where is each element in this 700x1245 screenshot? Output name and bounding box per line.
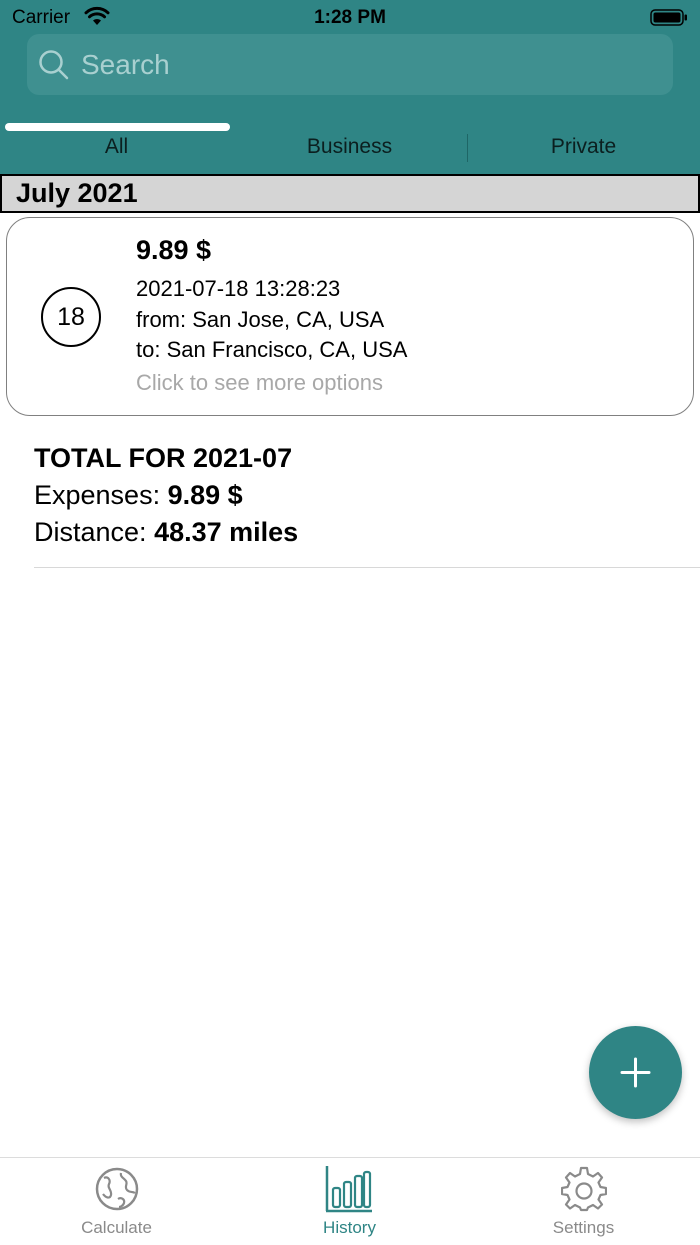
clock: 1:28 PM bbox=[314, 7, 386, 28]
header: Carrier 1:28 PM All Business Private bbox=[0, 0, 700, 174]
tab-calculate-label: Calculate bbox=[81, 1218, 152, 1237]
totals-distance-row: Distance: 48.37 miles bbox=[34, 517, 298, 548]
trip-hint: Click to see more options bbox=[136, 370, 383, 395]
search-bar[interactable] bbox=[27, 34, 673, 95]
segment-all[interactable]: All bbox=[0, 120, 233, 174]
segment-business[interactable]: Business bbox=[233, 120, 466, 174]
add-trip-button[interactable] bbox=[589, 1026, 682, 1119]
plus-icon bbox=[620, 1057, 651, 1088]
month-section-header: July 2021 bbox=[0, 174, 700, 213]
globe-icon bbox=[95, 1167, 139, 1211]
tab-history[interactable]: History bbox=[233, 1158, 466, 1245]
tab-bar: Calculate History Settings bbox=[0, 1157, 700, 1245]
battery-icon bbox=[650, 9, 687, 26]
expenses-value: 9.89 $ bbox=[167, 480, 243, 510]
tab-calculate[interactable]: Calculate bbox=[0, 1158, 233, 1245]
totals-expenses-row: Expenses: 9.89 $ bbox=[34, 480, 243, 511]
totals-divider bbox=[34, 567, 700, 568]
trip-to: to: San Francisco, CA, USA bbox=[136, 337, 408, 362]
bar-chart-icon bbox=[325, 1166, 372, 1213]
trip-from: from: San Jose, CA, USA bbox=[136, 307, 385, 332]
day-number: 18 bbox=[57, 302, 85, 331]
search-input[interactable] bbox=[79, 44, 663, 86]
gear-icon bbox=[561, 1166, 607, 1212]
tab-settings[interactable]: Settings bbox=[467, 1158, 700, 1245]
tab-settings-label: Settings bbox=[552, 1218, 615, 1237]
distance-value: 48.37 miles bbox=[154, 517, 299, 547]
trip-card[interactable]: 18 9.89 $ 2021-07-18 13:28:23 from: San … bbox=[6, 217, 694, 416]
segment-all-label: All bbox=[104, 135, 129, 158]
search-icon bbox=[39, 50, 69, 80]
trip-amount: 9.89 $ bbox=[136, 235, 212, 265]
distance-label: Distance: bbox=[34, 517, 147, 547]
trip-datetime: 2021-07-18 13:28:23 bbox=[136, 276, 341, 301]
segment-business-label: Business bbox=[306, 135, 393, 158]
segment-private[interactable]: Private bbox=[467, 120, 700, 174]
segment-control: All Business Private bbox=[0, 120, 700, 174]
segment-private-label: Private bbox=[550, 135, 617, 158]
status-bar: Carrier 1:28 PM bbox=[0, 0, 700, 36]
expenses-label: Expenses: bbox=[34, 480, 161, 510]
tab-history-label: History bbox=[323, 1218, 376, 1237]
totals-title: TOTAL FOR 2021-07 bbox=[34, 443, 293, 473]
day-badge: 18 bbox=[41, 287, 101, 347]
month-title: July 2021 bbox=[16, 178, 138, 208]
